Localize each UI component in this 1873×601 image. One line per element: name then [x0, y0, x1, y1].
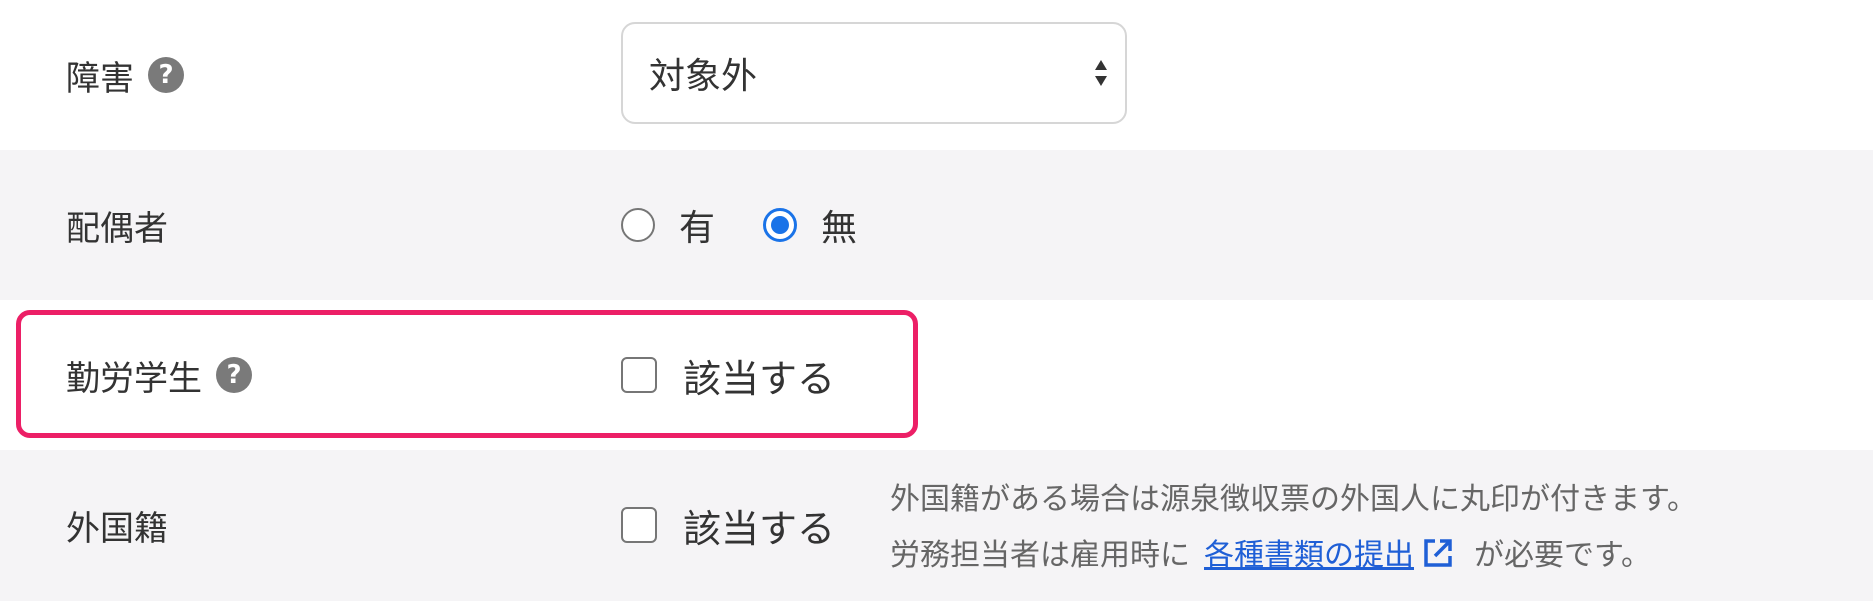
note-line-1: 外国籍がある場合は源泉徴収票の外国人に丸印が付きます。: [890, 482, 1697, 517]
spouse-option-no[interactable]: 無: [763, 199, 857, 251]
spouse-radio-group: 有 無: [621, 150, 905, 300]
spouse-row: 配偶者 有 無: [0, 150, 1873, 300]
foreign-nationality-checkbox[interactable]: [621, 507, 657, 543]
foreign-nationality-checkbox-label: 該当する: [683, 506, 836, 551]
spouse-label: 配偶者: [66, 208, 168, 249]
disability-select[interactable]: 対象外: [621, 22, 1127, 124]
radio-no[interactable]: [763, 208, 798, 242]
disability-label: 障害: [66, 58, 134, 99]
foreign-nationality-note: 外国籍がある場合は源泉徴収票の外国人に丸印が付きます。 労務担当者は雇用時に 各種…: [890, 472, 1850, 584]
question-circle-icon[interactable]: ?: [148, 57, 184, 93]
highlight-frame: [16, 310, 918, 438]
submit-documents-link[interactable]: 各種書類の提出: [1204, 538, 1414, 573]
foreign-nationality-label: 外国籍: [66, 508, 168, 549]
note-line-2-prefix: 労務担当者は雇用時に: [890, 538, 1190, 573]
note-line-2-suffix: が必要です。: [1474, 538, 1651, 573]
spouse-option-yes-label: 有: [679, 208, 716, 249]
foreign-nationality-checkbox-option[interactable]: 該当する: [621, 450, 835, 600]
external-link-icon[interactable]: [1420, 535, 1456, 571]
disability-label-group: 障害 ?: [66, 0, 184, 150]
spouse-option-no-label: 無: [821, 208, 858, 249]
disability-row: 障害 ? 対象外: [0, 0, 1873, 150]
note-line-2: 労務担当者は雇用時に 各種書類の提出 が必要です。: [890, 528, 1850, 584]
disability-select-value: 対象外: [649, 56, 758, 97]
select-arrows-icon: [1095, 60, 1107, 86]
radio-yes[interactable]: [621, 208, 655, 242]
spouse-option-yes[interactable]: 有: [621, 199, 715, 251]
